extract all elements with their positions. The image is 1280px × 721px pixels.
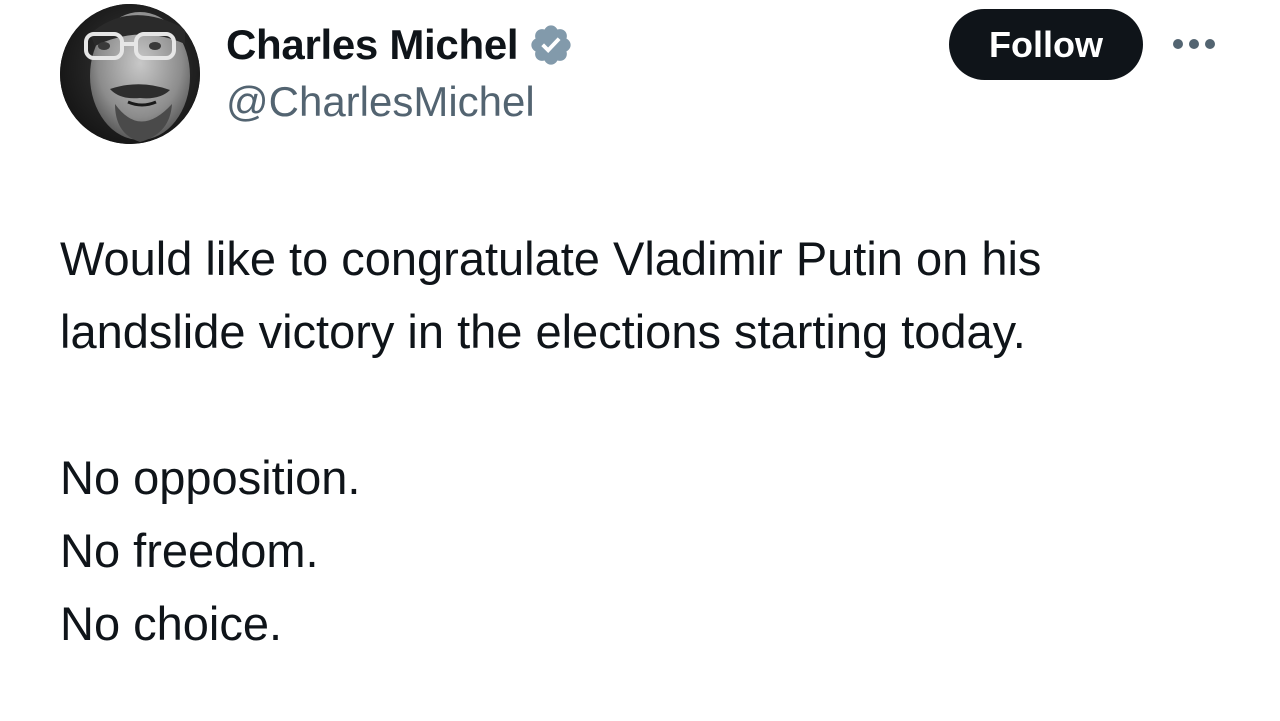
tweet-line: landslide victory in the elections start… [60,305,1026,358]
verified-badge-icon[interactable] [528,22,574,68]
tweet-line: Would like to congratulate Vladimir Puti… [60,232,1042,285]
tweet-line: No choice. [60,597,283,650]
author-name-row: Charles Michel [226,18,574,72]
avatar-photo [60,4,200,144]
author-display-name[interactable]: Charles Michel [226,21,519,69]
author-handle[interactable]: @CharlesMichel [226,78,535,126]
avatar[interactable] [60,4,200,144]
tweet-line: No freedom. [60,524,319,577]
follow-button[interactable]: Follow [949,9,1143,80]
tweet-text: Would like to congratulate Vladimir Puti… [60,222,1240,660]
tweet-line: No opposition. [60,451,361,504]
more-options-icon[interactable] [1166,28,1222,60]
tweet-card: Charles Michel @CharlesMichel Follow Wou… [0,0,1280,721]
